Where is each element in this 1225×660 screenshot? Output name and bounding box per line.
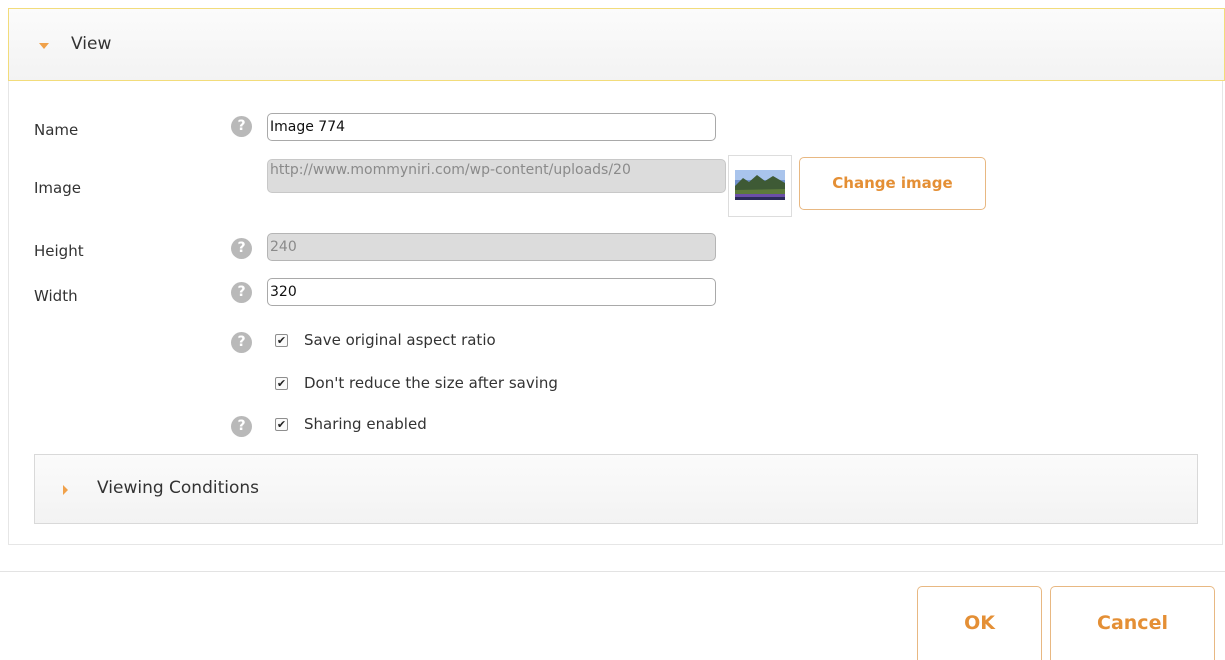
cancel-button[interactable]: Cancel — [1050, 586, 1215, 660]
view-panel: View Name ? Image 774 Image http://www.m… — [8, 8, 1225, 545]
caret-down-icon[interactable] — [39, 43, 49, 49]
landscape-thumbnail-icon — [735, 170, 785, 200]
height-help-icon[interactable]: ? — [231, 238, 252, 259]
name-input[interactable]: Image 774 — [267, 113, 716, 141]
sharing-help-icon[interactable]: ? — [231, 416, 252, 437]
width-help-icon[interactable]: ? — [231, 282, 252, 303]
image-thumbnail — [728, 155, 792, 217]
view-section-header[interactable]: View — [8, 8, 1225, 81]
name-label: Name — [34, 121, 79, 139]
sharing-enabled-checkbox[interactable]: ✔ — [275, 418, 288, 431]
dont-reduce-size-label: Don't reduce the size after saving — [304, 374, 558, 392]
footer-divider — [0, 571, 1225, 572]
height-label: Height — [34, 242, 84, 260]
dont-reduce-size-checkbox[interactable]: ✔ — [275, 377, 288, 390]
aspect-ratio-label: Save original aspect ratio — [304, 331, 496, 349]
image-label: Image — [34, 179, 81, 197]
sharing-enabled-label: Sharing enabled — [304, 415, 427, 433]
viewing-conditions-header[interactable]: Viewing Conditions — [34, 454, 1198, 524]
height-input: 240 — [267, 233, 716, 261]
name-help-icon[interactable]: ? — [231, 116, 252, 137]
viewing-conditions-title: Viewing Conditions — [97, 478, 260, 498]
image-url-field: http://www.mommyniri.com/wp-content/uplo… — [267, 159, 726, 193]
caret-right-icon[interactable] — [63, 485, 68, 495]
width-input[interactable]: 320 — [267, 278, 716, 306]
ok-button[interactable]: OK — [917, 586, 1042, 660]
change-image-button[interactable]: Change image — [799, 157, 986, 210]
aspect-ratio-checkbox[interactable]: ✔ — [275, 334, 288, 347]
view-section-title: View — [71, 34, 112, 54]
width-label: Width — [34, 287, 78, 305]
aspect-ratio-help-icon[interactable]: ? — [231, 332, 252, 353]
